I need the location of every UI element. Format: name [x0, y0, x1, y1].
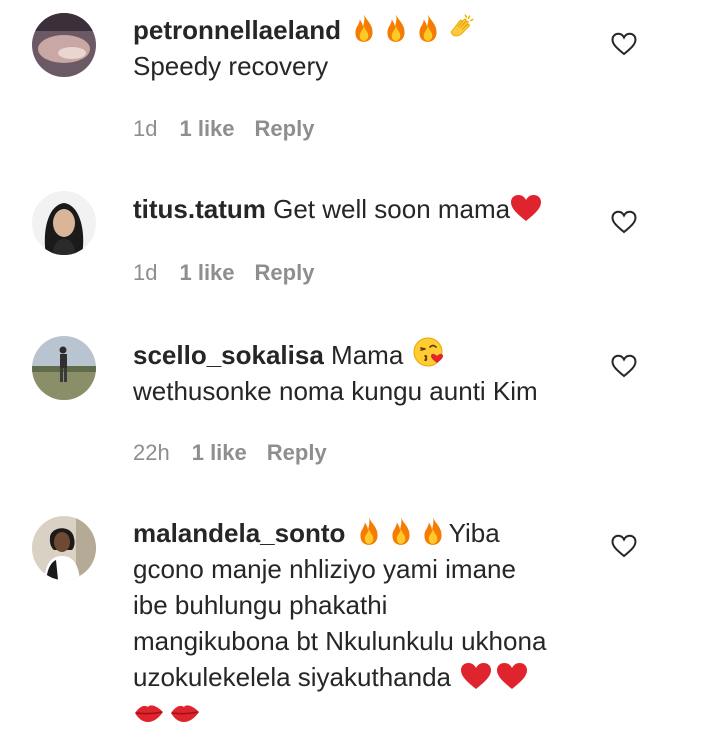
comment-body: scello_sokalisa Mama wethusonke noma kun… [133, 336, 593, 409]
reply-button[interactable]: Reply [255, 116, 315, 141]
comment-body: malandela_sonto Yiba gcono manje nhliziy… [133, 515, 593, 731]
comment-body: petronnellaeland Speedy recovery [133, 12, 593, 84]
timestamp: 1d [133, 260, 158, 285]
reply-button[interactable]: Reply [255, 260, 315, 285]
kissing-face-icon [413, 336, 445, 368]
likes-count[interactable]: 1 like [179, 260, 234, 285]
reply-button[interactable]: Reply [267, 440, 327, 465]
comment-text-line4: mangikubona bt Nkulunkulu ukhona [133, 626, 547, 656]
like-heart-icon[interactable] [611, 32, 637, 56]
comment-body: titus.tatum Get well soon mama [133, 191, 593, 227]
fire-icon [382, 13, 410, 43]
comment-text: Speedy recovery [133, 51, 329, 81]
comment-text: Yiba [448, 518, 500, 548]
likes-count[interactable]: 1 like [192, 440, 247, 465]
avatar[interactable] [32, 191, 96, 255]
like-heart-icon[interactable] [611, 534, 637, 558]
comment-meta: 22h 1 like Reply [133, 440, 347, 466]
username[interactable]: malandela_sonto [133, 518, 345, 548]
red-heart-icon [496, 662, 528, 690]
comment-text-line2: gcono manje nhliziyo yami imane [133, 554, 516, 584]
comment-text-line3: ibe buhlungu phakathi [133, 590, 388, 620]
kiss-mark-icon [169, 700, 201, 726]
like-heart-icon[interactable] [611, 354, 637, 378]
comment-text-line2: wethusonke noma kungu aunti Kim [133, 376, 538, 406]
avatar[interactable] [32, 13, 96, 77]
likes-count[interactable]: 1 like [179, 116, 234, 141]
fire-icon [414, 13, 442, 43]
red-heart-icon [510, 194, 542, 222]
avatar[interactable] [32, 336, 96, 400]
timestamp: 1d [133, 116, 158, 141]
comment-meta: 1d 1 like Reply [133, 116, 334, 142]
fire-icon [355, 516, 383, 546]
timestamp: 22h [133, 440, 170, 465]
clapping-hands-icon [446, 13, 476, 43]
like-heart-icon[interactable] [611, 210, 637, 234]
kiss-mark-icon [133, 700, 165, 726]
comment-text-line5: uzokulekelela siyakuthanda [133, 662, 451, 692]
username[interactable]: titus.tatum [133, 194, 266, 224]
fire-icon [350, 13, 378, 43]
fire-icon [387, 516, 415, 546]
fire-icon [419, 516, 447, 546]
username[interactable]: scello_sokalisa [133, 340, 324, 370]
avatar[interactable] [32, 516, 96, 580]
comment-text: Get well soon mama [273, 194, 511, 224]
username[interactable]: petronnellaeland [133, 15, 341, 45]
red-heart-icon [460, 662, 492, 690]
comment-meta: 1d 1 like Reply [133, 260, 334, 286]
comment-text: Mama [331, 340, 404, 370]
